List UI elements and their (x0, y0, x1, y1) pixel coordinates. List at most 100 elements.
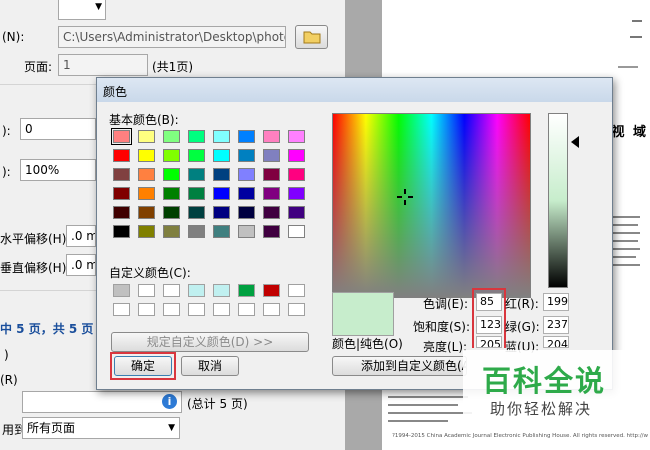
custom-color-swatch[interactable] (113, 303, 130, 316)
basic-color-swatch[interactable] (238, 130, 255, 143)
basic-color-swatch[interactable] (288, 149, 305, 162)
basic-color-swatch[interactable] (163, 130, 180, 143)
basic-color-swatch[interactable] (188, 168, 205, 181)
h-offset-input[interactable]: .0 m (66, 225, 96, 247)
basic-color-swatch[interactable] (213, 149, 230, 162)
basic-color-swatch[interactable] (138, 206, 155, 219)
basic-color-swatch[interactable] (188, 187, 205, 200)
basic-color-swatch[interactable] (263, 225, 280, 238)
add-to-custom-colors-button[interactable]: 添加到自定义颜色(A) (332, 356, 467, 376)
color-dropdown[interactable]: ▼ (58, 0, 106, 20)
custom-color-swatch[interactable] (238, 303, 255, 316)
red-input[interactable]: 199 (543, 293, 569, 311)
basic-color-swatch[interactable] (163, 187, 180, 200)
basic-color-swatch[interactable] (163, 168, 180, 181)
basic-color-swatch[interactable] (263, 187, 280, 200)
basic-color-swatch[interactable] (263, 130, 280, 143)
basic-color-swatch[interactable] (238, 225, 255, 238)
basic-color-swatch[interactable] (138, 187, 155, 200)
custom-color-swatch[interactable] (213, 303, 230, 316)
basic-color-swatch[interactable] (288, 206, 305, 219)
basic-color-swatch[interactable] (288, 130, 305, 143)
red-label: 红(R): (505, 297, 539, 311)
basic-color-swatch[interactable] (213, 206, 230, 219)
dialog-title-bar (97, 78, 612, 102)
basic-color-swatch[interactable] (288, 168, 305, 181)
info-icon[interactable]: i (162, 394, 177, 409)
custom-color-swatch[interactable] (213, 284, 230, 297)
custom-color-swatch[interactable] (138, 303, 155, 316)
path-input[interactable]: C:\Users\Administrator\Desktop\photo (58, 26, 286, 48)
custom-color-swatch[interactable] (138, 284, 155, 297)
define-custom-colors-button[interactable]: 规定自定义颜色(D) >> (111, 332, 309, 352)
basic-color-swatch[interactable] (238, 187, 255, 200)
custom-color-swatch[interactable] (288, 303, 305, 316)
green-input[interactable]: 237 (543, 316, 569, 334)
basic-color-swatch[interactable] (113, 206, 130, 219)
basic-color-swatch[interactable] (238, 206, 255, 219)
v-offset-input[interactable]: .0 m (66, 254, 96, 276)
basic-color-grid (111, 128, 313, 250)
basic-color-swatch[interactable] (188, 130, 205, 143)
doc-text-line (388, 404, 458, 406)
custom-color-swatch[interactable] (263, 303, 280, 316)
luminance-label: 亮度(L): (423, 340, 468, 354)
basic-color-swatch[interactable] (113, 187, 130, 200)
doc-mark (630, 36, 642, 38)
basic-color-swatch[interactable] (263, 206, 280, 219)
basic-color-swatch[interactable] (163, 225, 180, 238)
chevron-down-icon: ▼ (95, 2, 102, 12)
basic-color-swatch[interactable] (111, 128, 132, 145)
h-offset-label: 水平偏移(H): (0, 232, 71, 246)
browse-button[interactable] (295, 25, 328, 49)
basic-color-swatch[interactable] (113, 225, 130, 238)
basic-color-swatch[interactable] (213, 225, 230, 238)
chevron-down-icon: ▼ (168, 423, 175, 433)
basic-color-swatch[interactable] (213, 187, 230, 200)
basic-color-swatch[interactable] (188, 206, 205, 219)
basic-color-swatch[interactable] (213, 168, 230, 181)
basic-color-swatch[interactable] (288, 187, 305, 200)
basic-color-swatch[interactable] (113, 168, 130, 181)
v-offset-label: 垂直偏移(H): (0, 261, 71, 275)
basic-color-swatch[interactable] (138, 130, 155, 143)
color-preview (332, 292, 394, 336)
basic-color-swatch[interactable] (113, 149, 130, 162)
apply-select[interactable]: 所有页面 ▼ (22, 417, 180, 439)
folder-icon (303, 31, 320, 44)
basic-color-swatch[interactable] (238, 168, 255, 181)
luminance-slider[interactable] (548, 113, 568, 288)
custom-color-swatch[interactable] (238, 284, 255, 297)
basic-color-swatch[interactable] (188, 149, 205, 162)
ok-button[interactable]: 确定 (114, 356, 172, 376)
custom-color-swatch[interactable] (188, 284, 205, 297)
basic-color-swatch[interactable] (263, 149, 280, 162)
basic-color-swatch[interactable] (263, 168, 280, 181)
pages-input[interactable] (22, 391, 182, 413)
luminance-arrow-icon[interactable] (571, 136, 579, 148)
doc-mark (632, 20, 642, 32)
basic-color-swatch[interactable] (238, 149, 255, 162)
custom-color-swatch[interactable] (163, 284, 180, 297)
color-spectrum[interactable] (332, 113, 531, 298)
custom-color-swatch[interactable] (113, 284, 130, 297)
percent-input[interactable]: 100% (20, 159, 96, 181)
basic-color-swatch[interactable] (138, 149, 155, 162)
color-solid-label: 颜色|纯色(O) (332, 337, 403, 351)
basic-color-swatch[interactable] (138, 168, 155, 181)
custom-color-swatch[interactable] (288, 284, 305, 297)
basic-color-swatch[interactable] (213, 130, 230, 143)
cancel-button[interactable]: 取消 (181, 356, 239, 376)
scale-input[interactable]: 0 (20, 118, 96, 140)
basic-color-swatch[interactable] (163, 206, 180, 219)
basic-color-swatch[interactable] (163, 149, 180, 162)
page-spinner[interactable]: 1 (58, 54, 148, 76)
basic-color-swatch[interactable] (188, 225, 205, 238)
custom-color-swatch[interactable] (188, 303, 205, 316)
custom-color-swatch[interactable] (163, 303, 180, 316)
row-label: ) (4, 348, 9, 362)
basic-color-swatch[interactable] (288, 225, 305, 238)
custom-color-swatch[interactable] (263, 284, 280, 297)
blue-input[interactable]: 204 (543, 336, 569, 348)
basic-color-swatch[interactable] (138, 225, 155, 238)
